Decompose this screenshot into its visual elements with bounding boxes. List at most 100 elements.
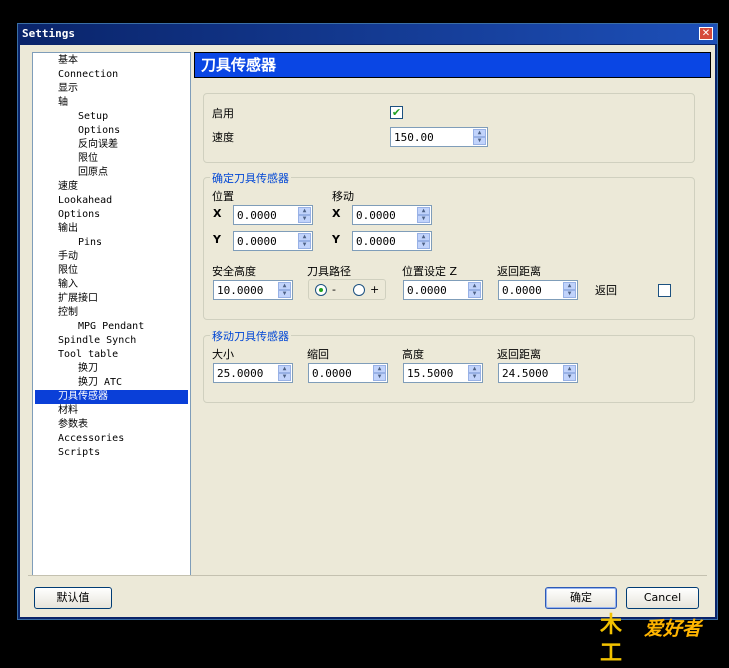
spin-up-icon[interactable]: ▲ — [298, 207, 311, 215]
position-x-spinbox[interactable]: 0.0000 ▲ ▼ — [233, 205, 313, 225]
tree-item[interactable]: 参数表 — [58, 418, 88, 432]
tree-item[interactable]: Options — [58, 208, 100, 222]
safe-height-label: 安全高度 — [212, 265, 256, 278]
move-y-label: Y — [332, 233, 340, 246]
tree-item[interactable]: 限位 — [58, 264, 78, 278]
checkmark-icon: ✔ — [391, 106, 402, 119]
tree-item[interactable]: Scripts — [58, 446, 100, 460]
return-distance-spinbox[interactable]: 0.0000 ▲ ▼ — [498, 280, 578, 300]
size-label: 大小 — [212, 348, 234, 361]
tree-item[interactable]: MPG Pendant — [78, 320, 144, 334]
move-y-value: 0.0000 — [356, 235, 396, 248]
minus-label: - — [332, 283, 336, 296]
speed-label: 速度 — [212, 131, 234, 144]
position-y-spinbox[interactable]: 0.0000 ▲ ▼ — [233, 231, 313, 251]
tree-item[interactable]: 回原点 — [78, 166, 108, 180]
spin-up-icon[interactable]: ▲ — [563, 282, 576, 290]
move-x-spinbox[interactable]: 0.0000 ▲ ▼ — [352, 205, 432, 225]
spin-up-icon[interactable]: ▲ — [417, 233, 430, 241]
tree-item[interactable]: Spindle Synch — [58, 334, 136, 348]
tree-item[interactable]: 反向误差 — [78, 138, 118, 152]
move-return-distance-spinbox[interactable]: 24.5000 ▲ ▼ — [498, 363, 578, 383]
spin-down-icon[interactable]: ▼ — [473, 137, 486, 145]
window-title: Settings — [22, 27, 75, 40]
pos-set-z-value: 0.0000 — [407, 284, 447, 297]
move-x-value: 0.0000 — [356, 209, 396, 222]
safe-height-spinbox[interactable]: 10.0000 ▲ ▼ — [213, 280, 293, 300]
size-value: 25.0000 — [217, 367, 264, 380]
tree-item[interactable]: Lookahead — [58, 194, 112, 208]
tool-path-plus-radio[interactable] — [353, 284, 365, 296]
size-spinbox[interactable]: 25.0000 ▲ ▼ — [213, 363, 293, 383]
tree-item[interactable]: 显示 — [58, 82, 78, 96]
tree-item[interactable]: Pins — [78, 236, 102, 250]
spin-up-icon[interactable]: ▲ — [298, 233, 311, 241]
cancel-button[interactable]: Cancel — [626, 587, 699, 609]
pos-set-z-label: 位置设定 Z — [402, 265, 458, 278]
height-label: 高度 — [402, 348, 424, 361]
speed-spinbox[interactable]: 150.00 ▲ ▼ — [390, 127, 488, 147]
move-return-distance-value: 24.5000 — [502, 367, 549, 380]
return-checkbox[interactable] — [658, 284, 671, 297]
tree-item[interactable]: 轴 — [58, 96, 68, 110]
tree-item[interactable]: 手动 — [58, 250, 78, 264]
enable-label: 启用 — [212, 107, 234, 120]
spin-up-icon[interactable]: ▲ — [373, 365, 386, 373]
spin-down-icon[interactable]: ▼ — [563, 290, 576, 298]
spin-down-icon[interactable]: ▼ — [417, 215, 430, 223]
pos-set-z-spinbox[interactable]: 0.0000 ▲ ▼ — [403, 280, 483, 300]
spin-up-icon[interactable]: ▲ — [278, 282, 291, 290]
tree-item[interactable]: 刀具传感器 — [35, 390, 188, 404]
tree-item[interactable]: 控制 — [58, 306, 78, 320]
close-icon[interactable]: ✕ — [699, 27, 713, 40]
tree-item[interactable]: 输入 — [58, 278, 78, 292]
defaults-button[interactable]: 默认值 — [34, 587, 112, 609]
move-y-spinbox[interactable]: 0.0000 ▲ ▼ — [352, 231, 432, 251]
spin-down-icon[interactable]: ▼ — [278, 290, 291, 298]
dialog-client: 基本 Connection 显示轴 Setup Options 反向误差 限位 回原点 速度 Lo… — [20, 45, 715, 617]
spin-down-icon[interactable]: ▼ — [373, 373, 386, 381]
retract-spinbox[interactable]: 0.0000 ▲ ▼ — [308, 363, 388, 383]
spin-up-icon[interactable]: ▲ — [473, 129, 486, 137]
tree-item[interactable]: 速度 — [58, 180, 78, 194]
watermark-logo: 木工 — [600, 613, 623, 666]
position-x-value: 0.0000 — [237, 209, 277, 222]
spin-down-icon[interactable]: ▼ — [298, 215, 311, 223]
enable-checkbox[interactable]: ✔ — [390, 106, 403, 119]
spin-up-icon[interactable]: ▲ — [417, 207, 430, 215]
tree-item[interactable]: 限位 — [78, 152, 98, 166]
speed-value: 150.00 — [394, 131, 434, 144]
spin-up-icon[interactable]: ▲ — [468, 365, 481, 373]
settings-tree[interactable]: 基本 Connection 显示轴 Setup Options 反向误差 限位 回原点 速度 Lo… — [32, 52, 191, 576]
spin-up-icon[interactable]: ▲ — [563, 365, 576, 373]
move-label: 移动 — [332, 190, 354, 203]
tool-path-radio-group: - + — [308, 279, 386, 300]
spin-up-icon[interactable]: ▲ — [278, 365, 291, 373]
title-bar[interactable]: Settings ✕ — [18, 24, 717, 44]
spin-down-icon[interactable]: ▼ — [468, 373, 481, 381]
tree-item[interactable]: 扩展接口 — [58, 292, 98, 306]
spin-down-icon[interactable]: ▼ — [278, 373, 291, 381]
tree-item[interactable]: 基本 — [58, 54, 78, 68]
tree-item[interactable]: Options — [78, 124, 120, 138]
spin-down-icon[interactable]: ▼ — [298, 241, 311, 249]
tree-item[interactable]: 输出 — [58, 222, 78, 236]
tree-item[interactable]: 换刀 ATC — [78, 376, 122, 390]
spin-down-icon[interactable]: ▼ — [417, 241, 430, 249]
position-y-value: 0.0000 — [237, 235, 277, 248]
spin-up-icon[interactable]: ▲ — [468, 282, 481, 290]
spin-down-icon[interactable]: ▼ — [563, 373, 576, 381]
spin-down-icon[interactable]: ▼ — [468, 290, 481, 298]
height-spinbox[interactable]: 15.5000 ▲ ▼ — [403, 363, 483, 383]
ok-button[interactable]: 确定 — [545, 587, 617, 609]
tree-item[interactable]: 换刀 — [78, 362, 98, 376]
tree-item[interactable]: Tool table — [58, 348, 118, 362]
tool-path-minus-radio[interactable] — [315, 284, 327, 296]
move-x-label: X — [332, 207, 341, 220]
tree-item[interactable]: Accessories — [58, 432, 124, 446]
tree-item[interactable]: 材料 — [58, 404, 78, 418]
tree-item[interactable]: Setup — [78, 110, 108, 124]
bottom-separator — [28, 575, 707, 576]
enable-group: 启用 ✔ 速度 150.00 ▲ ▼ — [203, 93, 695, 163]
tree-item[interactable]: Connection — [58, 68, 118, 82]
